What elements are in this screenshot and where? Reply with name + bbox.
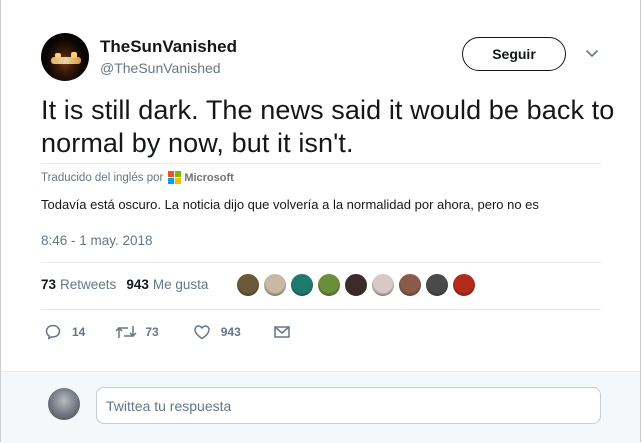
likes-count: 943 [126,277,149,292]
liker-avatar[interactable] [290,273,314,297]
divider [41,262,601,263]
reply-button[interactable]: 14 [44,323,85,341]
liker-avatar[interactable] [344,273,368,297]
liker-avatar[interactable] [425,273,449,297]
likers-avatars [236,273,479,297]
liker-avatar[interactable] [263,273,287,297]
translation-attribution: Traducido del inglés por Microsoft [41,171,234,184]
divider [41,309,601,310]
translator-name: Microsoft [184,171,234,184]
like-count: 943 [220,325,241,339]
likes-label: Me gusta [152,277,209,292]
likes-stat[interactable]: 943 Me gusta [126,277,208,292]
direct-message-button[interactable] [273,324,291,340]
retweets-count: 73 [41,277,57,292]
author-avatar[interactable] [41,33,89,81]
follow-button[interactable]: Seguir [462,37,566,71]
retweets-label: Retweets [60,277,117,292]
author-display-name[interactable]: TheSunVanished [100,37,237,57]
avatar-glow [51,57,81,64]
translated-from-label: Traducido del inglés por [41,171,164,184]
current-user-avatar [48,388,80,420]
retweet-button[interactable]: 73 [115,323,159,341]
microsoft-logo-icon [168,171,182,184]
like-button[interactable]: 943 [193,323,241,341]
divider [41,163,601,164]
heart-icon [193,325,210,340]
tweet-actions: 14 73 943 [44,323,291,341]
liker-avatar[interactable] [236,273,260,297]
liker-avatar[interactable] [371,273,395,297]
tweet-timestamp[interactable]: 8:46 - 1 may. 2018 [41,233,153,248]
tweet-text: It is still dark. The news said it would… [41,95,615,158]
author-handle[interactable]: @TheSunVanished [100,60,221,76]
translated-text: Todavía está oscuro. La noticia dijo que… [41,197,539,212]
liker-avatar[interactable] [317,273,341,297]
liker-avatar[interactable] [452,273,476,297]
envelope-icon [274,326,290,338]
avatar-glow [71,52,77,58]
reply-icon [45,324,61,340]
reply-input[interactable]: Twittea tu respuesta [96,387,601,424]
retweets-stat[interactable]: 73 Retweets [41,277,116,292]
chevron-down-icon[interactable] [585,48,599,60]
reply-count: 14 [72,325,86,339]
retweet-icon [115,326,137,338]
liker-avatar[interactable] [398,273,422,297]
retweet-count: 73 [145,325,159,339]
avatar-glow [55,53,61,58]
tweet-stats: 73 Retweets 943 Me gusta [41,277,208,292]
